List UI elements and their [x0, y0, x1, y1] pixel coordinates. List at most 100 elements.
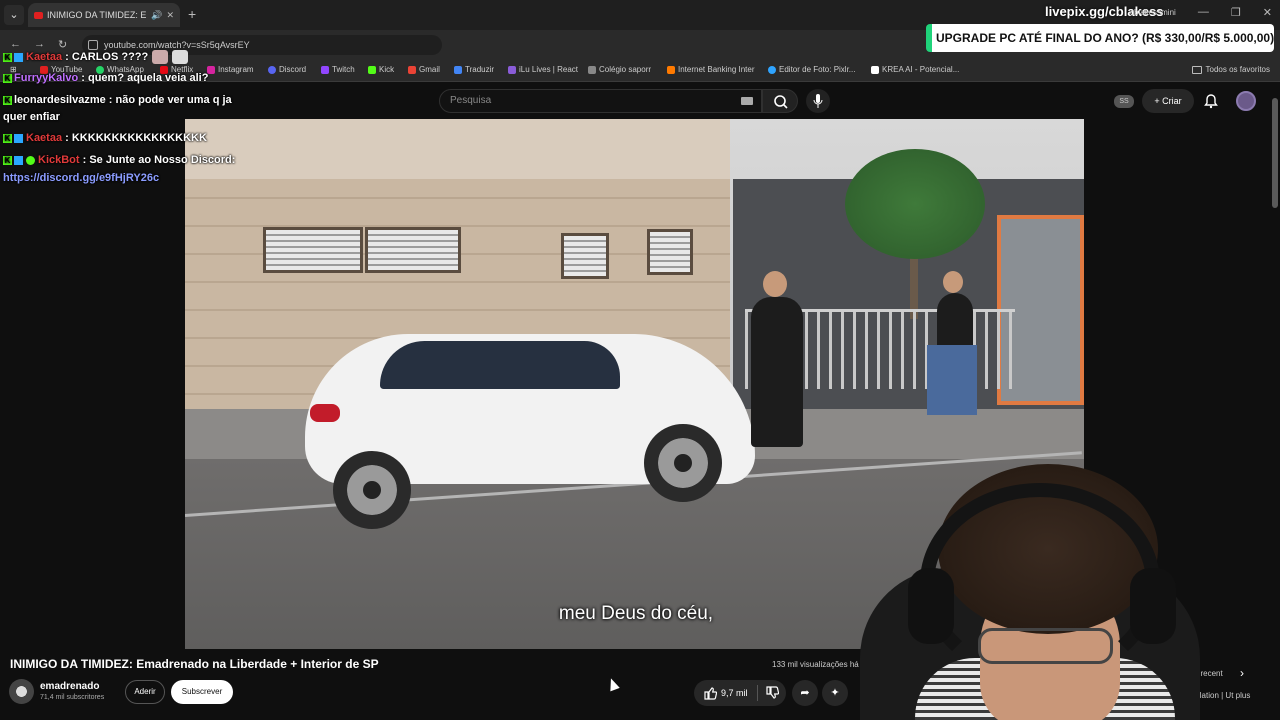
video-title: INIMIGO DA TIMIDEZ: Emadrenado na Liberd… — [10, 657, 379, 671]
chat-message: K FurryyKalvo : quem? aquela veia ali? — [3, 72, 208, 84]
streamer-webcam — [860, 458, 1200, 720]
video-scene-car-window — [380, 341, 620, 389]
bookmark-label: Twitch — [332, 65, 355, 74]
chat-message: K Kaetaa : KKKKKKKKKKKKKKKKK — [3, 132, 207, 144]
bookmark-label: iLu Lives | React — [519, 65, 578, 74]
voice-search-button[interactable] — [806, 89, 830, 113]
youtube-favicon-icon — [34, 11, 43, 19]
like-separator — [757, 685, 758, 701]
channel-name[interactable]: emadrenado — [40, 681, 99, 692]
search-button[interactable] — [762, 89, 798, 113]
bookmark-label: Colégio saporr — [599, 65, 652, 74]
close-tab-icon[interactable]: ✕ — [166, 10, 174, 21]
search-placeholder: Pesquisa — [450, 95, 492, 106]
ask-button[interactable]: ✦ — [822, 680, 848, 706]
bookmark-discord[interactable]: Discord — [268, 65, 306, 74]
join-button[interactable]: Aderir — [125, 680, 165, 704]
channel-avatar[interactable] — [9, 679, 34, 704]
video-scene-wheel — [333, 451, 411, 529]
channel-subscribers: 71,4 mil subscritores — [40, 694, 105, 701]
avatar[interactable] — [1236, 91, 1256, 111]
kick-badge-icon: K — [3, 52, 12, 62]
share-button[interactable]: ➦ — [792, 680, 818, 706]
verified-badge-icon — [26, 155, 35, 165]
bookmark-kick[interactable]: Kick — [368, 65, 394, 74]
plus-icon: + — [1154, 96, 1163, 106]
browser-tab[interactable]: INIMIGO DA TIMIDEZ: Ema 🔊 ✕ — [28, 3, 180, 27]
chat-text: : não pode ver uma q ja — [108, 94, 232, 106]
chat-username: Kaetaa — [26, 132, 63, 144]
chat-username: FurryyKalvo — [14, 72, 79, 84]
bookmark-label: Instagram — [218, 65, 254, 74]
chat-message: quer enfiar — [3, 111, 60, 123]
tab-list-button[interactable]: ⌄ — [4, 5, 24, 25]
twitch-icon — [321, 65, 329, 74]
webcam-glasses — [978, 628, 1113, 664]
video-views: 133 mil visualizações há 2 — [772, 660, 866, 669]
prime-badge-icon — [14, 133, 23, 143]
speaker-icon[interactable]: 🔊 — [151, 10, 162, 21]
microphone-icon — [813, 94, 823, 108]
video-scene-person-head — [763, 271, 787, 297]
kick-badge-icon: K — [3, 133, 12, 143]
back-icon[interactable]: ← — [10, 38, 21, 50]
chat-message: K Kaetaa : CARLOS ???? — [3, 50, 189, 64]
bookmark-ilu-lives[interactable]: iLu Lives | React — [508, 65, 578, 74]
thumbs-up-icon[interactable] — [703, 686, 717, 700]
video-scene-walker — [937, 293, 973, 353]
site-info-icon[interactable] — [88, 40, 98, 50]
scrollbar-thumb[interactable] — [1272, 98, 1278, 208]
bookmark-krea[interactable]: KREA AI - Potencial... — [871, 65, 959, 74]
prime-badge-icon — [14, 52, 23, 62]
chevron-right-icon[interactable]: › — [1240, 666, 1244, 680]
discord-icon — [268, 65, 276, 74]
chat-text: quer enfiar — [3, 111, 60, 123]
emote-icon — [152, 50, 169, 64]
kick-badge-icon: K — [3, 95, 12, 105]
page-scrollbar[interactable] — [1272, 88, 1278, 714]
create-button[interactable]: + Criar — [1142, 89, 1194, 113]
all-bookmarks[interactable]: Todos os favoritos — [1191, 65, 1270, 74]
maximize-icon[interactable]: ❐ — [1231, 6, 1241, 19]
chat-text: : CARLOS ???? — [65, 50, 149, 63]
close-window-icon[interactable]: ✕ — [1263, 6, 1272, 19]
chat-message: Kleonardesilvazme : não pode ver uma q j… — [3, 94, 232, 106]
like-count: 9,7 mil — [721, 688, 748, 698]
keyboard-icon[interactable] — [741, 97, 753, 105]
mouse-cursor-icon — [606, 676, 620, 692]
bookmark-label: KREA AI - Potencial... — [882, 65, 960, 74]
video-scene-vent — [365, 227, 461, 273]
notifications-button[interactable] — [1203, 93, 1219, 114]
bookmark-twitch[interactable]: Twitch — [321, 65, 355, 74]
bookmark-pixlr[interactable]: Editor de Foto: Pixlr... — [768, 65, 855, 74]
video-scene-vent — [263, 227, 363, 273]
bookmark-colegio[interactable]: Colégio saporr — [588, 65, 651, 74]
prime-badge-icon — [14, 155, 23, 165]
chat-link[interactable]: https://discord.gg/e9fHjRY26c — [3, 172, 159, 184]
account-badge[interactable]: SS — [1114, 95, 1134, 108]
new-tab-button[interactable]: + — [188, 6, 196, 22]
recommendation-title[interactable]: llation | Ut plus — [1198, 691, 1250, 700]
bookmark-inter[interactable]: Internet Banking Inter — [667, 65, 755, 74]
bookmark-gmail[interactable]: Gmail — [408, 65, 440, 74]
kick-badge-icon: K — [3, 73, 12, 83]
bookmark-instagram[interactable]: Instagram — [207, 65, 254, 74]
create-label: Criar — [1162, 96, 1182, 106]
search-input[interactable]: Pesquisa — [439, 89, 762, 113]
search-icon — [774, 95, 788, 109]
video-scene-vent — [647, 229, 693, 275]
chat-text: : Se Junte ao Nosso Discord: — [82, 154, 236, 166]
subscribe-button[interactable]: Subscrever — [171, 680, 233, 704]
bookmark-label: Kick — [379, 65, 395, 74]
translate-icon — [454, 65, 462, 74]
donation-goal-banner: UPGRADE PC ATÉ FINAL DO ANO? (R$ 330,00/… — [926, 24, 1274, 52]
bookmark-translate[interactable]: Traduzir — [454, 65, 494, 74]
chat-username: Kaetaa — [26, 50, 63, 63]
minimize-icon[interactable]: — — [1198, 6, 1209, 19]
kick-badge-icon: K — [3, 155, 12, 165]
chat-message: K KickBot : Se Junte ao Nosso Discord: — [3, 154, 235, 166]
thumbs-down-icon[interactable] — [765, 686, 779, 700]
livepix-subtext: cblakessmini — [1130, 8, 1176, 17]
forward-icon[interactable]: → — [34, 38, 45, 50]
all-bookmarks-label: Todos os favoritos — [1205, 65, 1270, 74]
